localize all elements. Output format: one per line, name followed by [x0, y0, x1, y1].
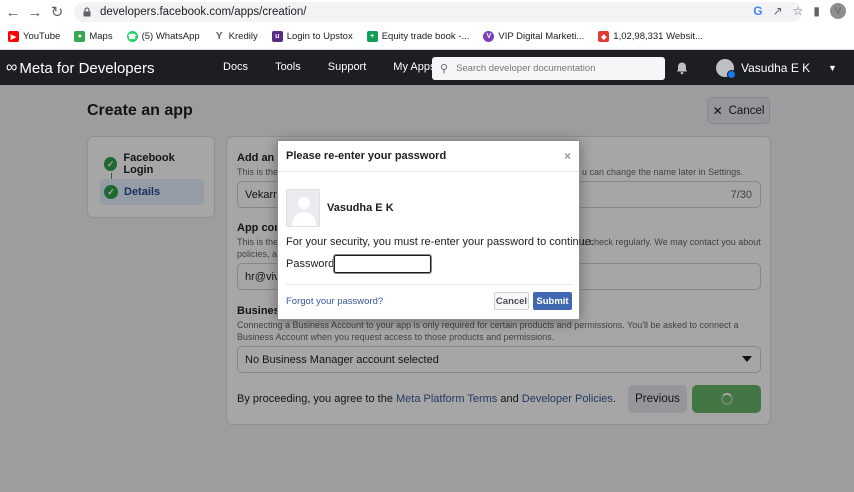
whatsapp-icon: ☎ [126, 31, 138, 42]
docs-search[interactable]: ⚲ [432, 57, 665, 80]
dialog-title: Please re-enter your password [286, 150, 447, 162]
password-field[interactable] [333, 254, 432, 274]
nav-support[interactable]: Support [328, 61, 367, 73]
search-input[interactable] [456, 63, 657, 74]
nav-docs[interactable]: Docs [223, 61, 248, 73]
meta-infinity-icon: ∞ [6, 59, 18, 76]
back-arrow-icon[interactable]: ← [2, 1, 24, 23]
security-message: For your security, you must re-enter you… [286, 236, 594, 248]
bookmark-website[interactable]: ◆ 1,02,98,331 Websit... [598, 31, 703, 42]
url-text: developers.facebook.com/apps/creation/ [100, 6, 307, 18]
profile-avatar[interactable]: V [830, 3, 846, 19]
nav-my-apps[interactable]: My Apps [393, 61, 435, 73]
close-icon[interactable]: × [564, 149, 571, 163]
vip-icon: V [483, 31, 495, 42]
youtube-icon: ▶ [8, 31, 19, 42]
kredily-icon: Y [213, 31, 225, 42]
search-icon: ⚲ [440, 63, 449, 75]
maps-icon: ● [74, 31, 86, 42]
forward-arrow-icon[interactable]: → [24, 1, 46, 23]
chevron-down-icon[interactable]: ▼ [828, 63, 837, 73]
sheets-icon: + [366, 31, 378, 42]
share-icon[interactable]: ↗ [773, 4, 783, 18]
upstox-icon: u [271, 31, 283, 42]
bookmark-vip[interactable]: V VIP Digital Marketi... [483, 31, 584, 42]
star-icon[interactable]: ☆ [793, 4, 804, 18]
dialog-user-name: Vasudha E K [327, 202, 394, 214]
avatar [716, 59, 736, 79]
bookmark-kredily[interactable]: Y Kredily [213, 31, 258, 42]
user-menu[interactable]: Vasudha E K [716, 59, 810, 79]
lock-icon [82, 7, 92, 17]
google-icon[interactable]: G [753, 4, 762, 18]
bookmarks-bar: ▶ YouTube ● Maps ☎ (5) WhatsApp Y Kredily uL… [0, 24, 854, 50]
browser-toolbar: ← → ↻ developers.facebook.com/apps/creat… [0, 0, 854, 24]
divider [286, 284, 573, 285]
meta-logo[interactable]: ∞ Meta for Developers [6, 59, 154, 77]
bookmark-maps[interactable]: ● Maps [74, 31, 113, 42]
user-placeholder-icon [286, 189, 320, 227]
bell-icon[interactable] [675, 61, 689, 75]
bookmark-upstox[interactable]: u Login to Upstox [271, 31, 353, 42]
dialog-user: Vasudha E K [286, 189, 394, 227]
website-icon: ◆ [598, 31, 610, 42]
dialog-cancel-button[interactable]: Cancel [494, 292, 529, 310]
password-label: Password: [286, 258, 338, 270]
bookmark-youtube[interactable]: ▶ YouTube [8, 31, 60, 42]
nav-tools[interactable]: Tools [275, 61, 301, 73]
sidepanel-icon[interactable]: ▮ [813, 4, 820, 18]
bookmark-whatsapp[interactable]: ☎ (5) WhatsApp [126, 31, 200, 42]
dialog-header: Please re-enter your password × [278, 141, 579, 172]
forgot-password-link[interactable]: Forgot your password? [286, 296, 383, 307]
reauth-dialog: Please re-enter your password × Vasudha … [277, 140, 594, 320]
bookmark-equity[interactable]: + Equity trade book -... [366, 31, 469, 42]
address-bar[interactable]: developers.facebook.com/apps/creation/ [74, 2, 802, 22]
submit-button[interactable]: Submit [533, 292, 572, 310]
reload-icon[interactable]: ↻ [46, 1, 68, 23]
